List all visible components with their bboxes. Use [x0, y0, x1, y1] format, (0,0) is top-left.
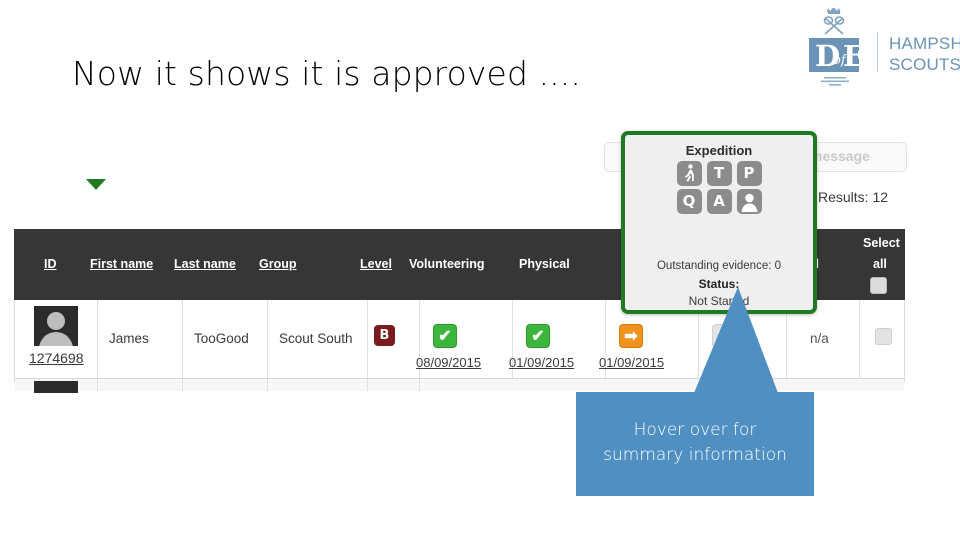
student-id-link[interactable]: 1274698 [29, 350, 84, 366]
orange-arrow-icon[interactable]: ➡ [619, 324, 643, 348]
callout-pointer [694, 287, 778, 393]
walking-person-icon [676, 161, 702, 186]
skills-date[interactable]: 01/09/2015 [599, 355, 664, 370]
hover-callout-text: Hover over for summary information [576, 418, 814, 468]
level-badge: B [374, 325, 395, 346]
dofe-logo-icon: D E of [809, 8, 865, 86]
green-tick-icon[interactable]: ✔ [433, 324, 457, 348]
logo-wordmark: HAMPSHIRE SCOUTS [889, 33, 960, 75]
logo-wordmark-line2: SCOUTS [889, 55, 960, 74]
results-count-label: Results: 12 [818, 189, 889, 205]
row-select-checkbox[interactable] [875, 328, 892, 345]
column-header-physical: Physical [519, 257, 570, 271]
tooltip-outstanding-evidence: Outstanding evidence: 0 [656, 260, 782, 272]
cell-last-name: TooGood [194, 331, 249, 346]
page-title: Now it shows it is approved .... [72, 54, 581, 93]
tooltip-badge-grid: T P Q A [625, 161, 813, 214]
cell-residential: n/a [810, 331, 829, 346]
logo-hampshire-scouts-dofe: D E of HAMPSHIRE SCOUTS [797, 8, 960, 92]
column-header-first-name[interactable]: First name [90, 257, 153, 271]
column-header-level[interactable]: Level [360, 257, 392, 271]
column-header-group[interactable]: Group [259, 257, 297, 271]
select-all-checkbox[interactable] [870, 277, 887, 294]
hover-callout-line1: Hover over for [633, 420, 757, 440]
cell-first-name: James [109, 331, 149, 346]
letter-a-icon: A [706, 189, 732, 214]
column-header-id[interactable]: ID [44, 257, 57, 271]
hover-callout: Hover over for summary information [576, 392, 814, 496]
hover-callout-line2: summary information [603, 445, 787, 465]
person-silhouette-icon [736, 189, 762, 214]
send-message-label: message [810, 148, 870, 164]
column-header-select: Select [863, 236, 900, 250]
letter-p-icon: P [736, 161, 762, 186]
physical-date[interactable]: 01/09/2015 [509, 355, 574, 370]
tooltip-title: Expedition [685, 143, 753, 158]
svg-text:E: E [843, 39, 865, 73]
svg-text:of: of [833, 53, 848, 68]
column-header-volunteering: Volunteering [409, 257, 485, 271]
green-tick-icon[interactable]: ✔ [526, 324, 550, 348]
cell-group: Scout South [279, 331, 353, 346]
avatar [34, 381, 78, 393]
logo-divider [877, 32, 878, 72]
column-header-last-name[interactable]: Last name [174, 257, 236, 271]
letter-t-icon: T [706, 161, 732, 186]
tooltip-pointer [86, 179, 106, 190]
volunteering-date[interactable]: 08/09/2015 [416, 355, 481, 370]
avatar [34, 306, 78, 346]
letter-q-icon: Q [676, 189, 702, 214]
column-header-select-all: all [873, 257, 887, 271]
logo-wordmark-line1: HAMPSHIRE [889, 34, 960, 53]
